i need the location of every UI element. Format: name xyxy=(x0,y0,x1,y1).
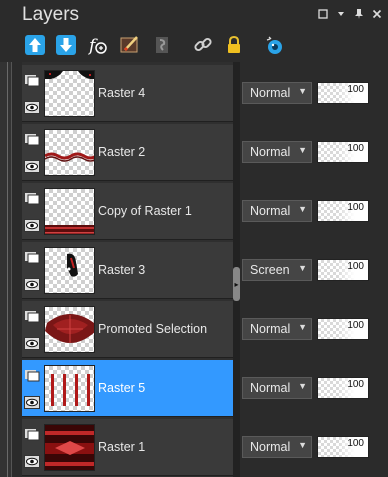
blend-mode-select[interactable]: Normal ▼ xyxy=(242,436,312,458)
splitter-grip[interactable]: ▸ xyxy=(233,267,240,301)
eye-icon[interactable] xyxy=(24,396,40,409)
layer-thumbnail xyxy=(44,365,95,412)
blend-mode-select[interactable]: Normal ▼ xyxy=(242,200,312,222)
edit-layer-icon[interactable] xyxy=(118,33,142,57)
blend-mode-select[interactable]: Normal ▼ xyxy=(242,141,312,163)
opacity-slider[interactable]: 100 xyxy=(317,259,369,281)
layer-type-icon[interactable] xyxy=(24,192,40,205)
panel-title: Layers xyxy=(22,4,80,25)
layer-name: Raster 5 xyxy=(98,381,146,395)
panel-titlebar: Layers xyxy=(0,0,388,30)
restore-icon[interactable] xyxy=(316,7,330,21)
layer-row[interactable]: Raster 3 xyxy=(22,242,233,299)
chevron-down-icon: ▼ xyxy=(298,381,307,391)
opacity-slider[interactable]: 100 xyxy=(317,377,369,399)
pin-icon[interactable] xyxy=(352,7,366,21)
opacity-slider[interactable]: 100 xyxy=(317,318,369,340)
mask-icon[interactable] xyxy=(150,33,174,57)
new-layer-icon[interactable]: f xyxy=(86,33,110,57)
layer-name: Copy of Raster 1 xyxy=(98,204,192,218)
chevron-down-icon: ▼ xyxy=(298,322,307,332)
layer-name: Raster 1 xyxy=(98,440,146,454)
layer-row[interactable]: Raster 2 xyxy=(22,124,233,181)
layer-thumbnail xyxy=(44,70,95,117)
layer-type-icon[interactable] xyxy=(24,133,40,146)
blend-mode-select[interactable]: Normal ▼ xyxy=(242,82,312,104)
layer-type-icon[interactable] xyxy=(24,428,40,441)
layer-type-icon[interactable] xyxy=(24,310,40,323)
layer-thumbnail xyxy=(44,306,95,353)
layer-row[interactable]: Copy of Raster 1 xyxy=(22,183,233,240)
layer-name: Promoted Selection xyxy=(98,322,208,336)
layer-name: Raster 3 xyxy=(98,263,146,277)
eye-icon[interactable] xyxy=(24,337,40,350)
visibility-toggle-icon[interactable] xyxy=(263,33,287,57)
layer-row[interactable]: Promoted Selection xyxy=(22,301,233,358)
chevron-down-icon: ▼ xyxy=(298,263,307,273)
layer-thumbnail xyxy=(44,247,95,294)
layer-properties: Normal ▼ 100 Normal ▼ 100 Normal ▼ 100 Scre… xyxy=(240,62,388,477)
layers-toolbar: f xyxy=(0,30,388,62)
blend-mode-select[interactable]: Normal ▼ xyxy=(242,318,312,340)
opacity-slider[interactable]: 100 xyxy=(317,141,369,163)
eye-icon[interactable] xyxy=(24,101,40,114)
menu-icon[interactable] xyxy=(334,7,348,21)
layer-row[interactable]: Raster 1 xyxy=(22,419,233,476)
blend-mode-select[interactable]: Screen ▼ xyxy=(242,259,312,281)
layer-type-icon[interactable] xyxy=(24,74,40,87)
move-up-icon[interactable] xyxy=(23,33,47,57)
link-icon[interactable] xyxy=(191,33,215,57)
layer-row-selected[interactable]: Raster 5 xyxy=(22,360,233,417)
layer-thumbnail xyxy=(44,129,95,176)
layer-row[interactable]: Raster 4 xyxy=(22,65,233,122)
layer-group-rail xyxy=(0,62,12,477)
chevron-down-icon: ▼ xyxy=(298,440,307,450)
rail-line xyxy=(7,62,8,477)
layer-name: Raster 4 xyxy=(98,86,146,100)
layer-type-icon[interactable] xyxy=(24,251,40,264)
eye-icon[interactable] xyxy=(24,160,40,173)
eye-icon[interactable] xyxy=(24,455,40,468)
opacity-slider[interactable]: 100 xyxy=(317,436,369,458)
panel-splitter[interactable]: ▸ xyxy=(233,62,240,477)
layer-thumbnail xyxy=(44,424,95,471)
chevron-down-icon: ▼ xyxy=(298,204,307,214)
chevron-down-icon: ▼ xyxy=(298,145,307,155)
layer-list[interactable]: Raster 4 Raster 2 Copy of Raster 1 Raste… xyxy=(22,62,233,477)
layer-type-icon[interactable] xyxy=(24,369,40,382)
layer-name: Raster 2 xyxy=(98,145,146,159)
eye-icon[interactable] xyxy=(24,219,40,232)
layer-thumbnail xyxy=(44,188,95,235)
eye-icon[interactable] xyxy=(24,278,40,291)
opacity-slider[interactable]: 100 xyxy=(317,82,369,104)
window-buttons xyxy=(316,7,384,21)
close-icon[interactable] xyxy=(370,7,384,21)
opacity-slider[interactable]: 100 xyxy=(317,200,369,222)
chevron-down-icon: ▼ xyxy=(298,86,307,96)
lock-icon[interactable] xyxy=(222,33,246,57)
move-down-icon[interactable] xyxy=(54,33,78,57)
blend-mode-select[interactable]: Normal ▼ xyxy=(242,377,312,399)
